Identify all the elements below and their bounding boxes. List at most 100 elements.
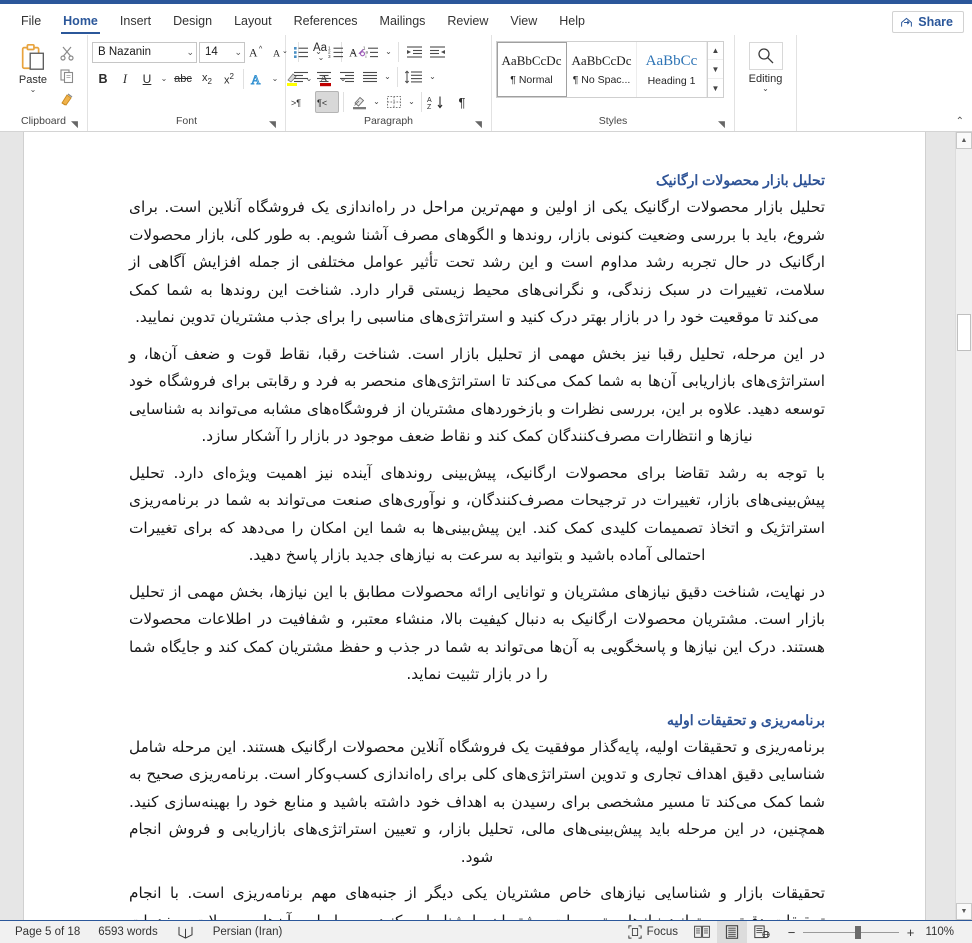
ltr-text-direction-button[interactable]: >¶: [290, 91, 314, 113]
tab-file[interactable]: File: [10, 11, 52, 35]
font-size-combo[interactable]: 14 ⌄: [199, 41, 245, 63]
focus-label: Focus: [646, 926, 678, 938]
text-effects-button[interactable]: A: [247, 68, 269, 90]
tab-help[interactable]: Help: [548, 11, 596, 35]
language-status[interactable]: Persian (Iran): [204, 921, 292, 943]
print-layout-button[interactable]: [717, 920, 747, 943]
style-normal-preview: AaBbCcDc: [501, 53, 562, 68]
paste-icon: [18, 42, 48, 72]
rtl-text-direction-button[interactable]: ¶<: [315, 91, 339, 113]
paste-dropdown-caret[interactable]: ⌄: [30, 86, 37, 94]
tab-layout[interactable]: Layout: [223, 11, 283, 35]
borders-dropdown[interactable]: ⌄: [406, 91, 417, 113]
bold-button[interactable]: B: [92, 68, 114, 90]
decrease-indent-button[interactable]: [403, 41, 425, 63]
paragraph-group-label: Paragraph ◥: [290, 114, 487, 131]
multilevel-dropdown[interactable]: ⌄: [383, 41, 394, 63]
paragraph-dialog-launcher[interactable]: ◥: [473, 119, 484, 130]
line-spacing-dropdown[interactable]: ⌄: [427, 66, 438, 88]
web-layout-button[interactable]: [747, 921, 777, 943]
editing-group-label: [764, 114, 767, 131]
zoom-out-button[interactable]: −: [787, 925, 796, 940]
editing-button[interactable]: Editing ⌄: [739, 40, 793, 93]
shading-dropdown[interactable]: ⌄: [371, 91, 382, 113]
align-left-button[interactable]: [290, 66, 312, 88]
chevron-down-icon: ⌄: [350, 47, 357, 56]
style-normal[interactable]: AaBbCcDc ¶ Normal: [497, 42, 567, 97]
style-heading-1[interactable]: AaBbCc Heading 1: [637, 42, 707, 97]
justify-dropdown[interactable]: ⌄: [382, 66, 393, 88]
style-heading-1-label: Heading 1: [647, 74, 696, 87]
italic-button[interactable]: I: [114, 68, 136, 90]
cut-button[interactable]: [56, 42, 78, 64]
zoom-in-button[interactable]: +: [906, 925, 915, 940]
chevron-down-icon: ⌄: [429, 72, 436, 81]
collapse-ribbon-button[interactable]: ⌃: [956, 116, 964, 127]
underline-button[interactable]: U: [136, 68, 158, 90]
chevron-down-icon: ⌄: [385, 47, 392, 56]
tab-insert[interactable]: Insert: [109, 11, 162, 35]
document-page[interactable]: تحلیل بازار محصولات ارگانیک تحلیل بازار …: [24, 132, 925, 920]
line-spacing-button[interactable]: [402, 66, 426, 88]
styles-dialog-launcher[interactable]: ◥: [716, 119, 727, 130]
styles-scroll-up-button[interactable]: ▲: [708, 42, 723, 60]
zoom-slider[interactable]: [803, 925, 899, 939]
tab-home[interactable]: Home: [52, 11, 109, 35]
clipboard-group-label: Clipboard ◥: [4, 114, 83, 131]
increase-indent-button[interactable]: [426, 41, 448, 63]
editing-dropdown-caret[interactable]: ⌄: [762, 85, 769, 93]
font-dialog-launcher[interactable]: ◥: [267, 119, 278, 130]
zoom-level-label[interactable]: 110%: [922, 926, 958, 938]
styles-scroll-down-button[interactable]: ▼: [708, 61, 723, 79]
focus-mode-button[interactable]: Focus: [619, 921, 687, 943]
vertical-scrollbar[interactable]: ▲ ▼: [955, 132, 972, 920]
share-button[interactable]: Share: [892, 11, 964, 33]
grow-font-button[interactable]: A ^: [247, 41, 269, 63]
multilevel-list-button[interactable]: 1 a i: [360, 41, 382, 63]
superscript-button[interactable]: x2: [218, 68, 240, 90]
font-name-combo[interactable]: B Nazanin ⌄: [92, 41, 197, 63]
strikethrough-button[interactable]: abc: [170, 68, 196, 90]
align-right-button[interactable]: [336, 66, 358, 88]
justify-button[interactable]: [359, 66, 381, 88]
scrollbar-thumb[interactable]: [957, 314, 971, 351]
bullets-dropdown[interactable]: ⌄: [313, 41, 324, 63]
document-paragraph: برنامه‌ریزی و تحقیقات اولیه، پایه‌گذار م…: [129, 737, 825, 866]
chevron-down-icon: ⌄: [271, 74, 279, 83]
tab-review[interactable]: Review: [436, 11, 499, 35]
show-formatting-marks-button[interactable]: ¶: [451, 91, 473, 113]
tab-references[interactable]: References: [283, 11, 369, 35]
tab-design[interactable]: Design: [162, 11, 223, 35]
underline-dropdown[interactable]: ⌄: [158, 68, 170, 90]
scroll-up-button[interactable]: ▲: [956, 132, 972, 149]
word-window: File Home Insert Design Layout Reference…: [0, 0, 972, 943]
page-content[interactable]: تحلیل بازار محصولات ارگانیک تحلیل بازار …: [24, 132, 925, 920]
zoom-slider-thumb[interactable]: [855, 925, 861, 939]
proofing-status-button[interactable]: [167, 921, 204, 943]
page-number-status[interactable]: Page 5 of 18: [6, 921, 89, 943]
numbering-button[interactable]: 1 2 3: [325, 41, 347, 63]
tab-view[interactable]: View: [499, 11, 548, 35]
numbering-dropdown[interactable]: ⌄: [348, 41, 359, 63]
style-no-spacing[interactable]: AaBbCcDc ¶ No Spac...: [567, 42, 637, 97]
style-normal-label: ¶ Normal: [510, 74, 553, 86]
tab-mailings[interactable]: Mailings: [369, 11, 437, 35]
styles-more-button[interactable]: ▼: [708, 79, 723, 97]
borders-button[interactable]: [383, 91, 405, 113]
paste-button[interactable]: Paste ⌄: [10, 40, 56, 94]
pilcrow-icon: ¶: [458, 94, 466, 110]
copy-button[interactable]: [56, 65, 78, 87]
read-mode-button[interactable]: [687, 921, 717, 943]
scroll-down-button[interactable]: ▼: [956, 903, 972, 920]
sort-button[interactable]: A Z: [426, 91, 450, 113]
styles-group-label: Styles ◥: [496, 114, 730, 131]
subscript-button[interactable]: x2: [196, 68, 218, 90]
format-painter-button[interactable]: [56, 88, 78, 110]
bullets-button[interactable]: [290, 41, 312, 63]
word-count-status[interactable]: 6593 words: [89, 921, 166, 943]
text-effects-dropdown[interactable]: ⌄: [269, 68, 281, 90]
shading-button[interactable]: [348, 91, 370, 113]
ribbon-group-font: B Nazanin ⌄ 14 ⌄ A ^ A ⌄ Aa ⌄ A B I U ⌄ …: [88, 35, 366, 131]
align-center-button[interactable]: [313, 66, 335, 88]
clipboard-dialog-launcher[interactable]: ◥: [69, 119, 80, 130]
